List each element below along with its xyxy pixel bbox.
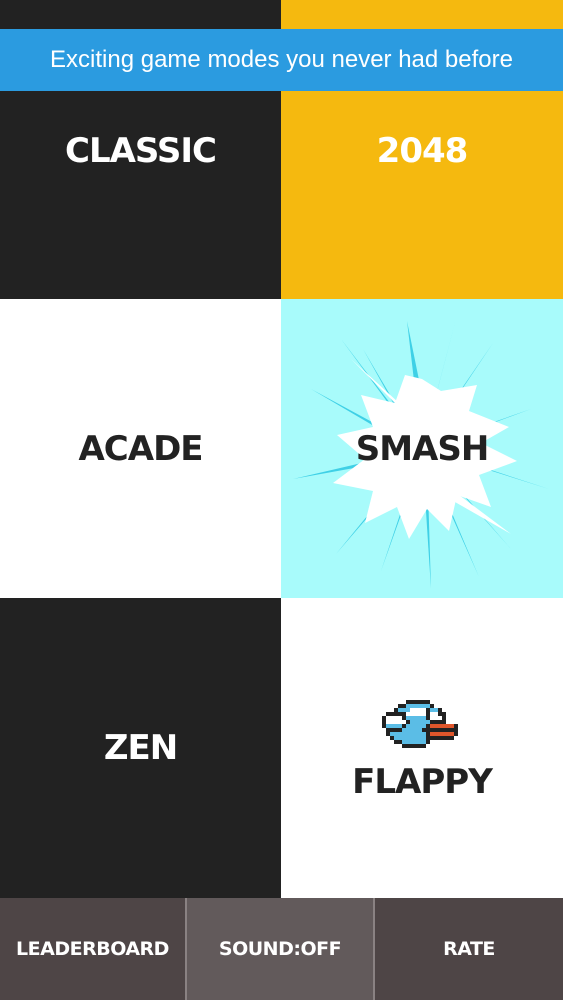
promo-banner: Exciting game modes you never had before xyxy=(0,29,563,91)
mode-2048-label: 2048 xyxy=(376,131,469,171)
rate-label: RATE xyxy=(443,938,495,960)
bird-icon xyxy=(382,700,458,748)
rate-button[interactable]: RATE xyxy=(375,898,563,1000)
mode-flappy-label: FLAPPY xyxy=(352,762,493,802)
top-strip-left xyxy=(0,0,281,29)
mode-classic-tile[interactable]: CLASSIC xyxy=(0,91,281,299)
sound-toggle-label: SOUND:OFF xyxy=(218,938,342,960)
leaderboard-label: LEADERBOARD xyxy=(16,938,169,960)
sound-toggle-button[interactable]: SOUND:OFF xyxy=(187,898,375,1000)
top-strip-right xyxy=(281,0,563,29)
mode-acade-tile[interactable]: ACADE xyxy=(0,299,281,598)
mode-flappy-tile[interactable]: FLAPPY xyxy=(281,598,563,898)
mode-smash-tile[interactable]: SMASH xyxy=(281,299,563,598)
leaderboard-button[interactable]: LEADERBOARD xyxy=(0,898,187,1000)
promo-banner-text: Exciting game modes you never had before xyxy=(50,46,513,73)
mode-zen-tile[interactable]: ZEN xyxy=(0,598,281,898)
mode-acade-label: ACADE xyxy=(78,428,203,469)
mode-smash-label: SMASH xyxy=(355,428,490,469)
mode-2048-tile[interactable]: 2048 xyxy=(281,91,563,299)
mode-classic-label: CLASSIC xyxy=(65,131,217,171)
mode-zen-label: ZEN xyxy=(103,728,178,768)
